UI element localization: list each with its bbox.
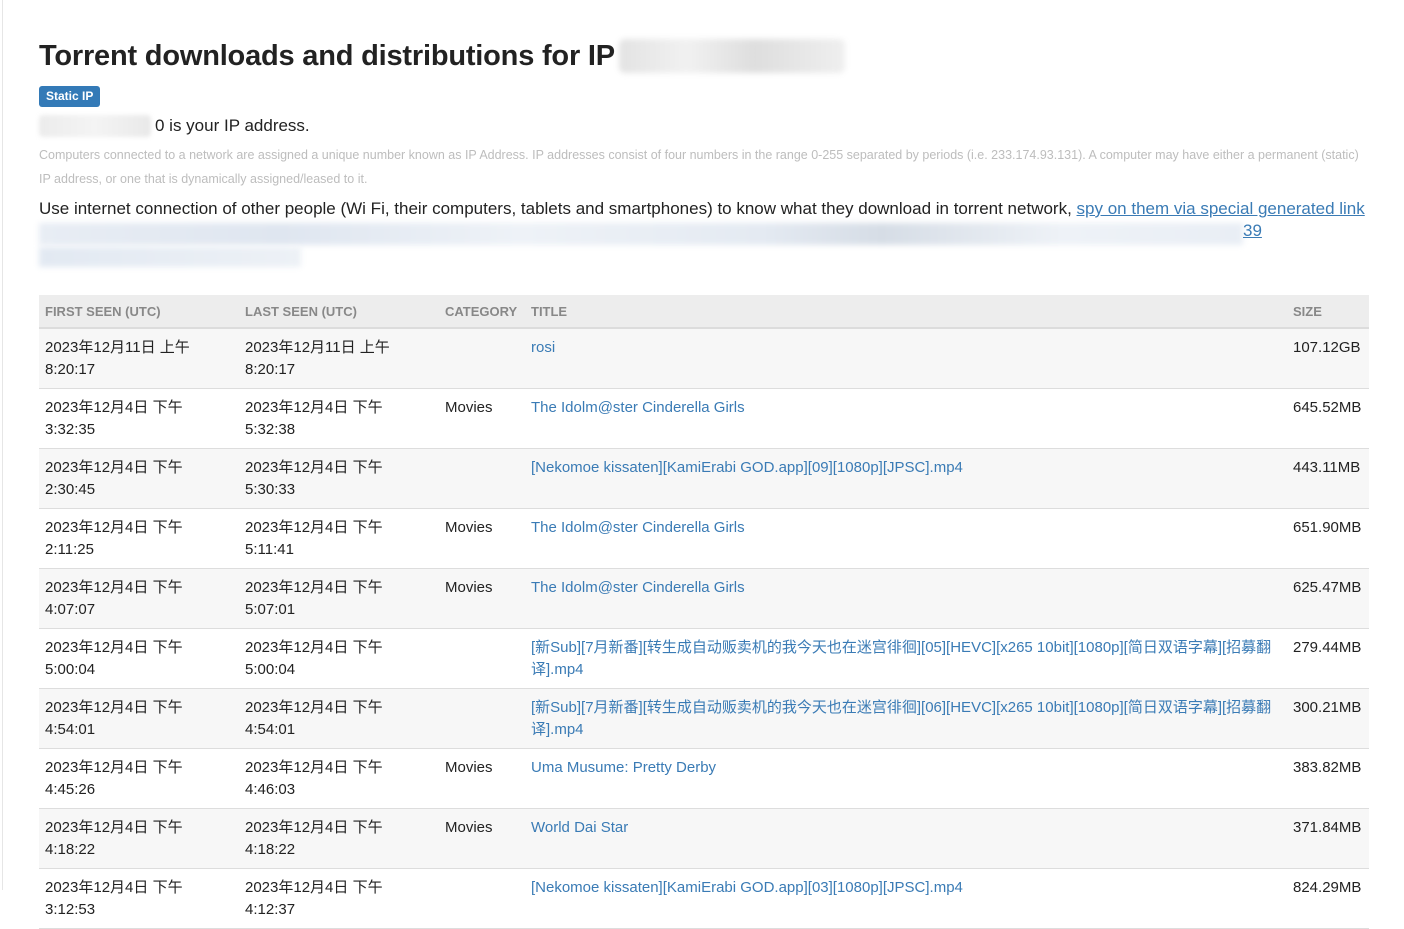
size-cell: 300.21MB <box>1287 688 1369 749</box>
table-row: 2023年12月4日 下午 4:54:01 2023年12月4日 下午 4:54:… <box>39 688 1369 749</box>
torrent-title-link[interactable]: rosi <box>531 339 555 356</box>
title-cell: Uma Musume: Pretty Derby <box>525 748 1287 809</box>
first-seen-cell: 2023年12月4日 下午 3:32:35 <box>39 388 239 449</box>
torrent-title-link[interactable]: The Idolm@ster Cinderella Girls <box>531 579 745 596</box>
title-cell: [新Sub][7月新番][转生成自动贩卖机的我今天也在迷宫徘徊][05][HEV… <box>525 628 1287 689</box>
size-cell: 824.29MB <box>1287 868 1369 929</box>
redacted-link-line-1[interactable] <box>39 223 1243 245</box>
left-border <box>2 0 3 890</box>
title-cell: [Nekomoe kissaten][KamiErabi GOD.app][09… <box>525 448 1287 509</box>
torrent-title-link[interactable]: [Nekomoe kissaten][KamiErabi GOD.app][09… <box>531 459 963 476</box>
last-seen-cell: 2023年12月4日 下午 4:46:03 <box>239 748 439 809</box>
ip-address-text: 0 is your IP address. <box>155 116 310 135</box>
header-first-seen[interactable]: FIRST SEEN (UTC) <box>39 295 239 329</box>
torrent-title-link[interactable]: World Dai Star <box>531 819 628 836</box>
first-seen-cell: 2023年12月4日 下午 4:18:22 <box>39 808 239 869</box>
header-category[interactable]: CATEGORY <box>439 295 525 329</box>
torrent-title-link[interactable]: The Idolm@ster Cinderella Girls <box>531 519 745 536</box>
category-cell <box>439 868 525 929</box>
spy-link[interactable]: spy on them via special generated link <box>1077 199 1365 218</box>
static-ip-badge: Static IP <box>39 86 101 107</box>
title-cell: [新Sub][7月新番][转生成自动贩卖机的我今天也在迷宫徘徊][06][HEV… <box>525 688 1287 749</box>
redacted-ip-address <box>618 39 845 73</box>
last-seen-cell: 2023年12月4日 下午 5:00:04 <box>239 628 439 689</box>
category-cell: Movies <box>439 388 525 449</box>
page-title: Torrent downloads and distributions for … <box>39 39 615 72</box>
header-size[interactable]: SIZE <box>1287 295 1369 329</box>
size-cell: 443.11MB <box>1287 448 1369 509</box>
table-row: 2023年12月4日 下午 5:00:04 2023年12月4日 下午 5:00:… <box>39 628 1369 689</box>
redacted-link-line-2[interactable] <box>39 247 301 267</box>
category-cell <box>439 628 525 689</box>
category-cell: Movies <box>439 568 525 629</box>
table-header-row: FIRST SEEN (UTC) LAST SEEN (UTC) CATEGOR… <box>39 295 1369 329</box>
first-seen-cell: 2023年12月4日 下午 2:11:25 <box>39 508 239 569</box>
ip-explanation: Computers connected to a network are ass… <box>39 148 1359 186</box>
redacted-ip-prefix <box>39 115 151 137</box>
page-content: Torrent downloads and distributions for … <box>39 30 1369 929</box>
table-body: 2023年12月11日 上午 8:20:17 2023年12月11日 上午 8:2… <box>39 328 1369 929</box>
title-row: Torrent downloads and distributions for … <box>39 30 1369 82</box>
title-cell: The Idolm@ster Cinderella Girls <box>525 568 1287 629</box>
table-row: 2023年12月4日 下午 3:12:53 2023年12月4日 下午 4:12:… <box>39 868 1369 929</box>
torrent-title-link[interactable]: Uma Musume: Pretty Derby <box>531 759 716 776</box>
header-title[interactable]: TITLE <box>525 295 1287 329</box>
table-row: 2023年12月4日 下午 3:32:35 2023年12月4日 下午 5:32:… <box>39 388 1369 449</box>
spy-text: Use internet connection of other people … <box>39 199 1077 218</box>
torrent-title-link[interactable]: [Nekomoe kissaten][KamiErabi GOD.app][03… <box>531 879 963 896</box>
torrent-table: FIRST SEEN (UTC) LAST SEEN (UTC) CATEGOR… <box>39 295 1369 929</box>
spy-paragraph: Use internet connection of other people … <box>39 197 1369 221</box>
table-row: 2023年12月4日 下午 4:18:22 2023年12月4日 下午 4:18:… <box>39 808 1369 869</box>
table-row: 2023年12月11日 上午 8:20:17 2023年12月11日 上午 8:2… <box>39 328 1369 389</box>
category-cell: Movies <box>439 508 525 569</box>
title-cell: rosi <box>525 328 1287 389</box>
title-cell: [Nekomoe kissaten][KamiErabi GOD.app][03… <box>525 868 1287 929</box>
generated-link-tail[interactable]: 39 <box>1243 221 1262 241</box>
table-row: 2023年12月4日 下午 2:11:25 2023年12月4日 下午 5:11:… <box>39 508 1369 569</box>
last-seen-cell: 2023年12月4日 下午 5:07:01 <box>239 568 439 629</box>
torrent-title-link[interactable]: [新Sub][7月新番][转生成自动贩卖机的我今天也在迷宫徘徊][05][HEV… <box>531 639 1271 678</box>
torrent-title-link[interactable]: [新Sub][7月新番][转生成自动贩卖机的我今天也在迷宫徘徊][06][HEV… <box>531 699 1271 738</box>
table-row: 2023年12月4日 下午 4:45:26 2023年12月4日 下午 4:46:… <box>39 748 1369 809</box>
table-row: 2023年12月4日 下午 4:07:07 2023年12月4日 下午 5:07:… <box>39 568 1369 629</box>
category-cell <box>439 328 525 389</box>
category-cell: Movies <box>439 748 525 809</box>
table-row: 2023年12月4日 下午 2:30:45 2023年12月4日 下午 5:30:… <box>39 448 1369 509</box>
last-seen-cell: 2023年12月4日 下午 4:18:22 <box>239 808 439 869</box>
first-seen-cell: 2023年12月11日 上午 8:20:17 <box>39 328 239 389</box>
last-seen-cell: 2023年12月4日 下午 5:11:41 <box>239 508 439 569</box>
first-seen-cell: 2023年12月4日 下午 3:12:53 <box>39 868 239 929</box>
ip-address-line: 0 is your IP address. <box>39 113 1369 139</box>
title-cell: World Dai Star <box>525 808 1287 869</box>
first-seen-cell: 2023年12月4日 下午 4:54:01 <box>39 688 239 749</box>
category-cell <box>439 448 525 509</box>
size-cell: 279.44MB <box>1287 628 1369 689</box>
title-cell: The Idolm@ster Cinderella Girls <box>525 388 1287 449</box>
title-cell: The Idolm@ster Cinderella Girls <box>525 508 1287 569</box>
size-cell: 107.12GB <box>1287 328 1369 389</box>
size-cell: 625.47MB <box>1287 568 1369 629</box>
size-cell: 651.90MB <box>1287 508 1369 569</box>
last-seen-cell: 2023年12月11日 上午 8:20:17 <box>239 328 439 389</box>
category-cell: Movies <box>439 808 525 869</box>
size-cell: 645.52MB <box>1287 388 1369 449</box>
first-seen-cell: 2023年12月4日 下午 4:45:26 <box>39 748 239 809</box>
first-seen-cell: 2023年12月4日 下午 2:30:45 <box>39 448 239 509</box>
torrent-title-link[interactable]: The Idolm@ster Cinderella Girls <box>531 399 745 416</box>
category-cell <box>439 688 525 749</box>
header-last-seen[interactable]: LAST SEEN (UTC) <box>239 295 439 329</box>
generated-link-area: 39 <box>39 221 1369 271</box>
last-seen-cell: 2023年12月4日 下午 4:12:37 <box>239 868 439 929</box>
last-seen-cell: 2023年12月4日 下午 4:54:01 <box>239 688 439 749</box>
first-seen-cell: 2023年12月4日 下午 4:07:07 <box>39 568 239 629</box>
last-seen-cell: 2023年12月4日 下午 5:32:38 <box>239 388 439 449</box>
first-seen-cell: 2023年12月4日 下午 5:00:04 <box>39 628 239 689</box>
last-seen-cell: 2023年12月4日 下午 5:30:33 <box>239 448 439 509</box>
size-cell: 383.82MB <box>1287 748 1369 809</box>
size-cell: 371.84MB <box>1287 808 1369 869</box>
